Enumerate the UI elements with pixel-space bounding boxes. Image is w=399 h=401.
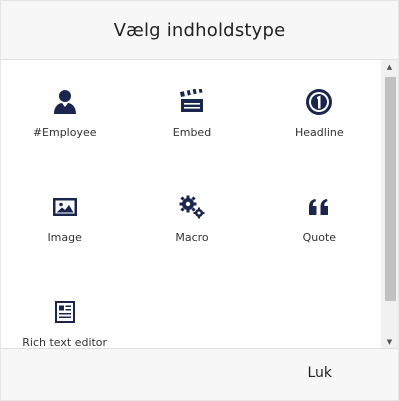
- content-type-quote[interactable]: Quote: [256, 165, 383, 270]
- gears-icon: [177, 192, 207, 222]
- scrollbar-thumb[interactable]: [385, 77, 396, 301]
- dialog-footer: Luk: [1, 348, 398, 400]
- scroll-down-arrow-icon[interactable]: ▼: [381, 335, 398, 349]
- content-type-dialog: Vælg indholdstype #Employee Embed Headli…: [0, 0, 399, 401]
- content-type-macro[interactable]: Macro: [128, 165, 255, 270]
- vertical-scrollbar[interactable]: ▲ ▼: [381, 60, 398, 349]
- number-one-circle-icon: [304, 87, 334, 117]
- quote-icon: [304, 192, 334, 222]
- content-type-label: Quote: [302, 231, 337, 244]
- content-type-label: Embed: [172, 126, 212, 139]
- clapperboard-icon: [177, 87, 207, 117]
- content-type-image[interactable]: Image: [1, 165, 128, 270]
- dialog-header: Vælg indholdstype: [1, 1, 398, 60]
- picture-icon: [50, 192, 80, 222]
- content-type-label: Image: [47, 231, 82, 244]
- user-icon: [50, 87, 80, 117]
- content-type-employee[interactable]: #Employee: [1, 60, 128, 165]
- close-button[interactable]: Luk: [303, 363, 336, 383]
- content-type-list: #Employee Embed Headline Image Macro Quo…: [1, 60, 398, 349]
- article-icon: [50, 297, 80, 327]
- content-type-grid: #Employee Embed Headline Image Macro Quo…: [1, 60, 383, 349]
- content-type-rich-text-editor[interactable]: Rich text editor: [1, 270, 128, 349]
- content-type-label: #Employee: [32, 126, 97, 139]
- dialog-title: Vælg indholdstype: [113, 19, 286, 41]
- content-type-label: Headline: [295, 126, 344, 139]
- content-type-headline[interactable]: Headline: [256, 60, 383, 165]
- content-type-label: Macro: [175, 231, 209, 244]
- scroll-up-arrow-icon[interactable]: ▲: [381, 60, 398, 74]
- content-type-embed[interactable]: Embed: [128, 60, 255, 165]
